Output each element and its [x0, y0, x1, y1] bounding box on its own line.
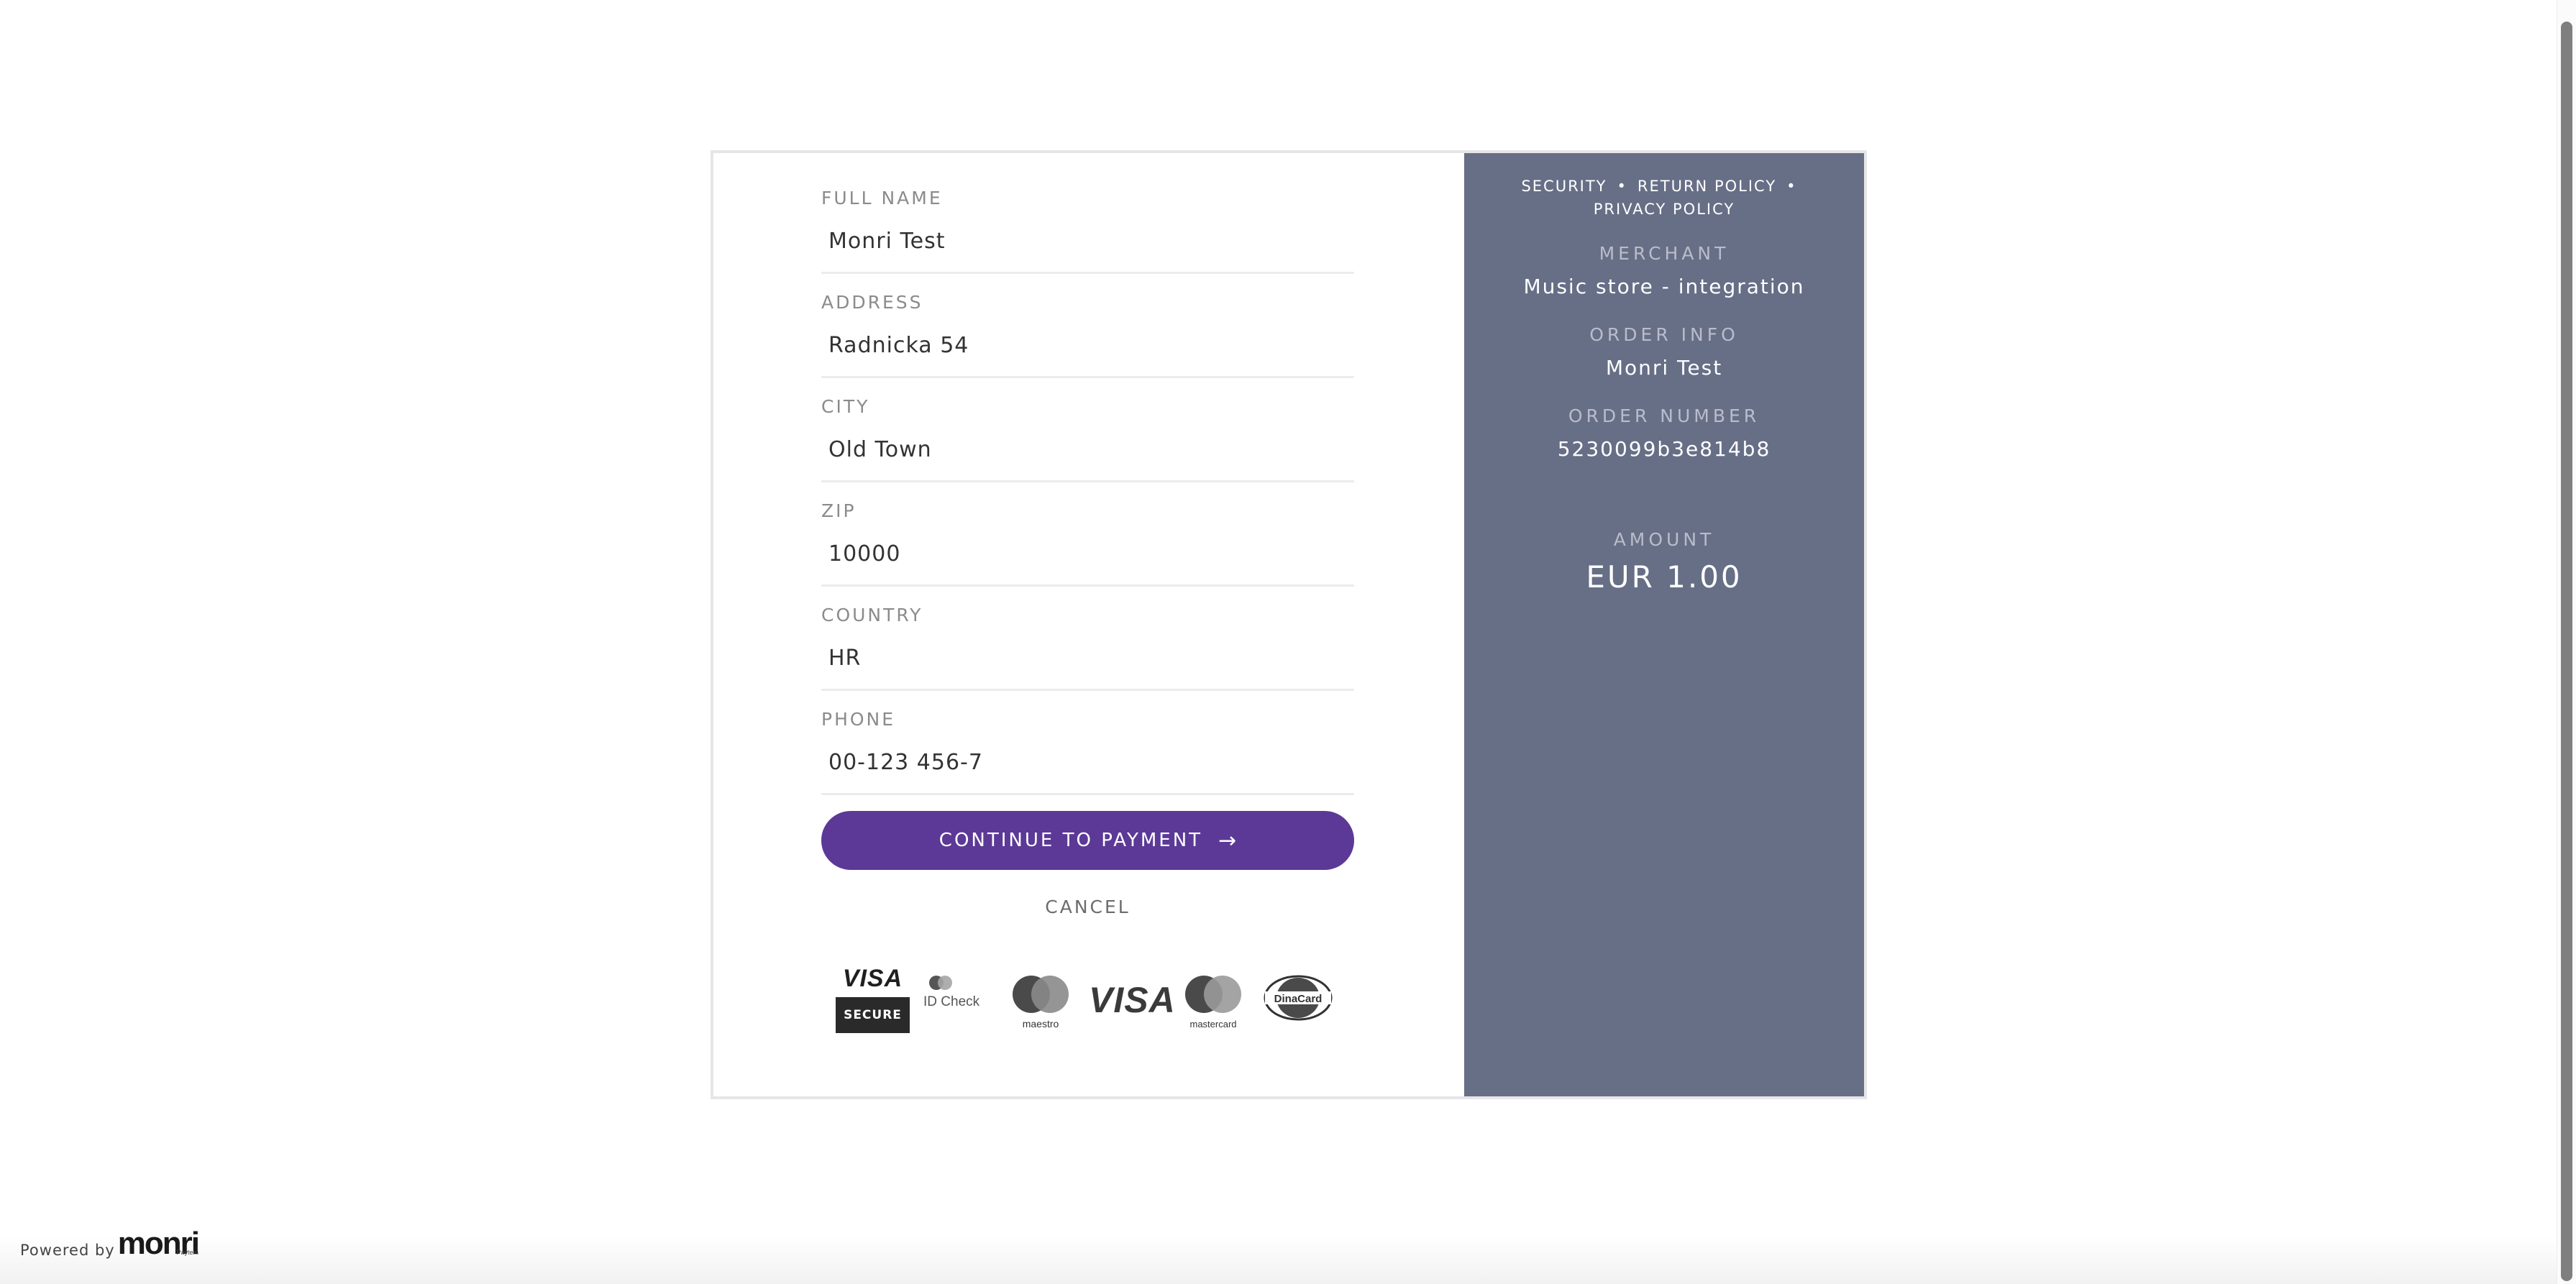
- merchant-value: Music store - integration: [1523, 275, 1805, 298]
- link-separator: •: [1786, 178, 1797, 195]
- city-field: CITY: [821, 396, 1354, 482]
- cancel-link[interactable]: CANCEL: [821, 896, 1354, 917]
- visa-secure-logo: VISA SECURE: [836, 964, 910, 1033]
- continue-to-payment-button[interactable]: CONTINUE TO PAYMENT →: [821, 811, 1354, 870]
- order-info-value: Monri Test: [1605, 356, 1723, 380]
- dinacard-logo-text: DinaCard: [1274, 993, 1323, 1005]
- order-summary-panel: SECURITY • RETURN POLICY • PRIVACY POLICY M…: [1464, 153, 1864, 1096]
- dinacard-emblem-icon: DinaCard: [1264, 975, 1333, 1021]
- maestro-logo: maestro: [1010, 973, 1072, 1030]
- amount-block: AMOUNT EUR 1.00: [1464, 528, 1864, 597]
- address-field: ADDRESS: [821, 292, 1354, 378]
- order-number-value: 5230099b3e814b8: [1557, 437, 1771, 461]
- country-input[interactable]: [821, 639, 1354, 691]
- mastercard-logo: mastercard: [1182, 973, 1244, 1030]
- zip-label: ZIP: [821, 500, 857, 521]
- id-check-logo-text: ID Check: [923, 994, 980, 1009]
- scrollbar-thumb[interactable]: [2561, 22, 2572, 1281]
- address-input[interactable]: [821, 326, 1354, 378]
- order-number-block: ORDER NUMBER 5230099b3e814b8: [1464, 404, 1864, 463]
- dinacard-logo: DinaCard: [1262, 973, 1334, 1023]
- powered-by-text: Powered by: [20, 1242, 115, 1259]
- payment-logos: VISA SECURE ID Check maestro VISA master…: [836, 957, 1346, 1036]
- zip-input[interactable]: [821, 535, 1354, 587]
- country-field: COUNTRY: [821, 605, 1354, 691]
- monri-logo: monri Paytem: [118, 1228, 200, 1260]
- amount-label: AMOUNT: [1613, 529, 1715, 550]
- return-policy-link[interactable]: RETURN POLICY: [1638, 178, 1776, 195]
- full-name-label: FULL NAME: [821, 188, 943, 208]
- visa-logo: VISA: [1089, 980, 1176, 1020]
- phone-field: PHONE: [821, 709, 1354, 795]
- visa-secure-logo-bottom: SECURE: [836, 997, 910, 1033]
- policy-links: SECURITY • RETURN POLICY • PRIVACY POLICY: [1464, 175, 1864, 221]
- bottom-shadow: [0, 1237, 2557, 1284]
- full-name-field: FULL NAME: [821, 188, 1354, 274]
- phone-label: PHONE: [821, 709, 896, 730]
- id-check-logo: ID Check: [923, 973, 988, 1023]
- powered-by-badge[interactable]: Powered by monri Paytem: [20, 1228, 200, 1260]
- address-label: ADDRESS: [821, 292, 923, 313]
- link-separator: •: [1617, 178, 1627, 195]
- monri-logo-subtext: Paytem: [176, 1249, 198, 1256]
- maestro-circles-icon: maestro: [1013, 976, 1069, 1030]
- order-number-label: ORDER NUMBER: [1568, 405, 1760, 426]
- visa-secure-logo-top: VISA: [842, 965, 903, 992]
- mastercard-logo-text: mastercard: [1189, 1019, 1236, 1030]
- full-name-input[interactable]: [821, 222, 1354, 274]
- merchant-block: MERCHANT Music store - integration: [1464, 242, 1864, 301]
- mastercard-circles-icon: mastercard: [1185, 976, 1241, 1030]
- arrow-right-icon: →: [1218, 827, 1237, 853]
- billing-form: FULL NAME ADDRESS CITY ZIP COUNTRY PHONE…: [713, 153, 1464, 1096]
- city-input[interactable]: [821, 431, 1354, 482]
- zip-field: ZIP: [821, 500, 1354, 587]
- security-link[interactable]: SECURITY: [1521, 178, 1607, 195]
- phone-input[interactable]: [821, 743, 1354, 795]
- merchant-label: MERCHANT: [1599, 243, 1730, 264]
- continue-to-payment-label: CONTINUE TO PAYMENT: [938, 830, 1203, 851]
- amount-value: EUR 1.00: [1586, 559, 1743, 595]
- city-label: CITY: [821, 396, 870, 417]
- order-info-block: ORDER INFO Monri Test: [1464, 323, 1864, 382]
- privacy-policy-link[interactable]: PRIVACY POLICY: [1594, 201, 1735, 218]
- maestro-logo-text: maestro: [1023, 1018, 1059, 1030]
- payment-card: FULL NAME ADDRESS CITY ZIP COUNTRY PHONE…: [711, 150, 1867, 1099]
- country-label: COUNTRY: [821, 605, 923, 625]
- order-info-label: ORDER INFO: [1589, 324, 1739, 345]
- id-check-circles-icon: [923, 973, 988, 994]
